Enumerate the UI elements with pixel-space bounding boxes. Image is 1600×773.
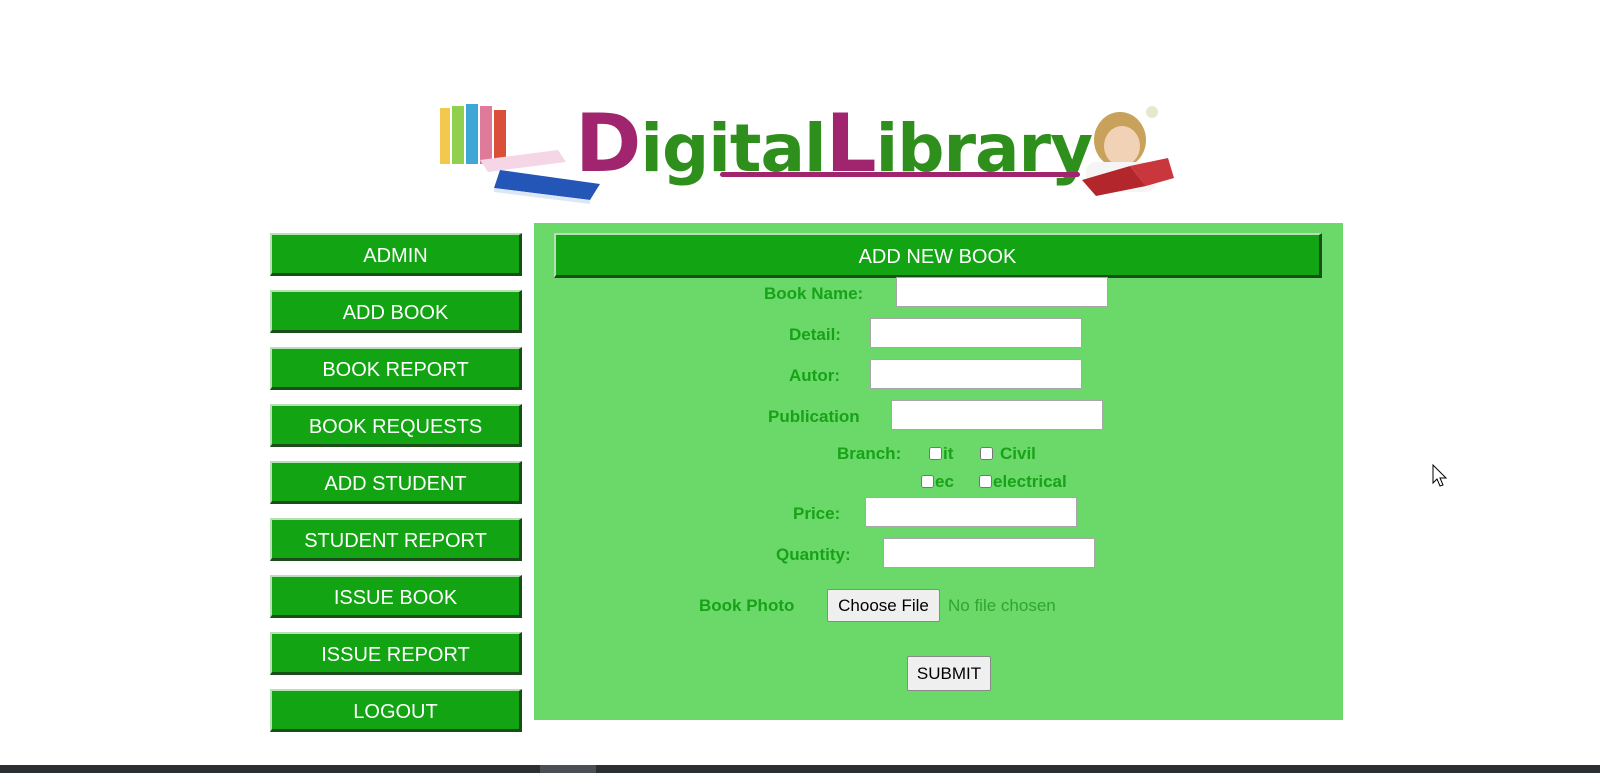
- mouse-cursor-icon: [1432, 464, 1448, 487]
- branch-ec-checkbox[interactable]: [921, 475, 934, 488]
- book-name-label: Book Name:: [764, 284, 864, 303]
- autor-input[interactable]: [870, 359, 1082, 389]
- sidebar-item-add-student[interactable]: ADD STUDENT: [270, 461, 522, 504]
- sidebar-nav: ADMIN ADD BOOK BOOK REPORT BOOK REQUESTS…: [270, 233, 526, 746]
- sidebar-item-logout[interactable]: LOGOUT: [270, 689, 522, 732]
- price-input[interactable]: [865, 497, 1077, 527]
- submit-button[interactable]: SUBMIT: [907, 656, 991, 691]
- digital-library-logo: DigitalLibrary: [440, 100, 1180, 210]
- logo-initial-d: D: [575, 97, 641, 190]
- file-status-text: No file chosen: [948, 596, 1056, 615]
- publication-input[interactable]: [891, 400, 1103, 430]
- book-photo-label: Book Photo: [699, 596, 795, 615]
- add-book-panel: ADD NEW BOOK Book Name: Detail: Autor: P…: [534, 223, 1343, 720]
- sidebar-item-issue-report[interactable]: ISSUE REPORT: [270, 632, 522, 675]
- book-name-input[interactable]: [896, 277, 1108, 307]
- detail-input[interactable]: [870, 318, 1082, 348]
- quantity-input[interactable]: [883, 538, 1095, 568]
- sidebar-item-add-book[interactable]: ADD BOOK: [270, 290, 522, 333]
- branch-ec-label: ec: [935, 472, 954, 491]
- sidebar-item-book-requests[interactable]: BOOK REQUESTS: [270, 404, 522, 447]
- quantity-label: Quantity:: [776, 545, 851, 564]
- choose-file-button[interactable]: Choose File: [827, 589, 940, 622]
- branch-label: Branch:: [837, 444, 902, 463]
- logo-underline: [720, 172, 1080, 177]
- sidebar-item-issue-book[interactable]: ISSUE BOOK: [270, 575, 522, 618]
- detail-label: Detail:: [789, 325, 841, 344]
- panel-title: ADD NEW BOOK: [554, 233, 1322, 278]
- branch-it-checkbox[interactable]: [929, 447, 942, 460]
- publication-label: Publication: [768, 407, 860, 426]
- branch-it-label: it: [943, 444, 954, 463]
- autor-label: Autor:: [789, 366, 840, 385]
- branch-civil-checkbox[interactable]: [980, 447, 993, 460]
- reading-girl-icon: [1082, 106, 1174, 196]
- sidebar-item-admin[interactable]: ADMIN: [270, 233, 522, 276]
- price-label: Price:: [793, 504, 841, 523]
- taskbar: [0, 765, 1600, 773]
- sidebar-item-book-report[interactable]: BOOK REPORT: [270, 347, 522, 390]
- branch-electrical-label: electrical: [993, 472, 1067, 491]
- sidebar-item-student-report[interactable]: STUDENT REPORT: [270, 518, 522, 561]
- branch-civil-label: Civil: [1000, 444, 1036, 463]
- taskbar-segment: [540, 765, 596, 773]
- branch-electrical-checkbox[interactable]: [979, 475, 992, 488]
